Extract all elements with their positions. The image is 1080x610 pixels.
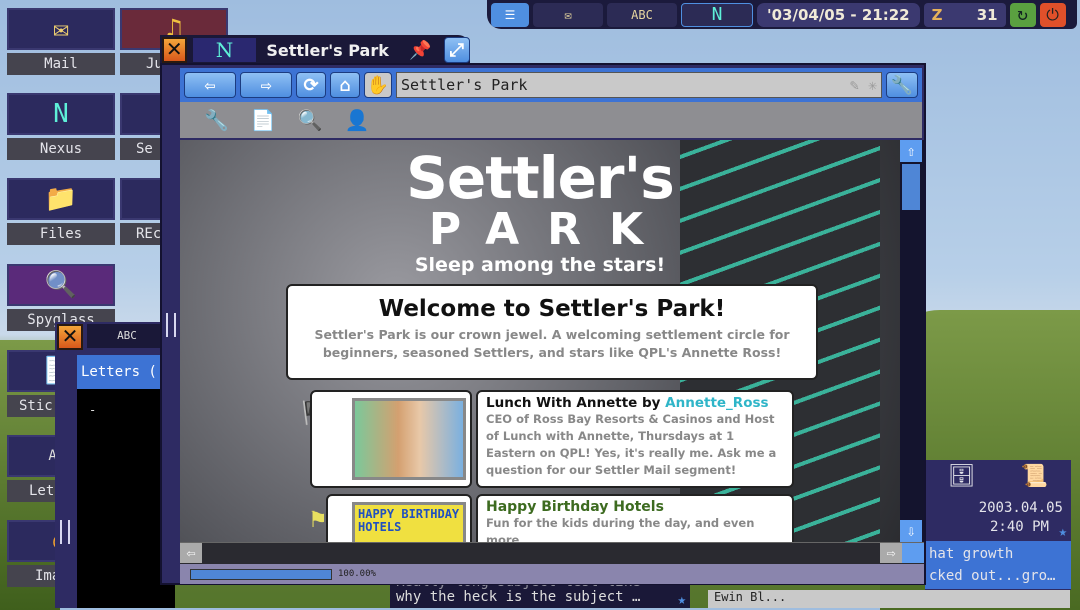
taskbar-letters-button[interactable]: ABC bbox=[607, 2, 677, 27]
icon-label: Nexus bbox=[7, 138, 115, 160]
mailbox-icon: ✉ bbox=[564, 7, 572, 22]
clear-icon[interactable]: ✎ ✳ bbox=[850, 73, 881, 97]
panel-date: 2003.04.05 bbox=[978, 500, 1063, 516]
star-icon[interactable]: ★ bbox=[1059, 524, 1067, 540]
scroll-down-icon[interactable]: ⇩ bbox=[900, 520, 922, 542]
z-counter: Z 31 bbox=[923, 2, 1006, 27]
desktop-icon-nexus[interactable]: N Nexus bbox=[7, 93, 115, 160]
close-icon[interactable]: ✕ bbox=[57, 324, 83, 350]
post-text: Fun for the kids during the day, and eve… bbox=[486, 516, 755, 542]
browser-titlebar[interactable]: ✕ N Settler's Park 📌 ⤢ bbox=[160, 35, 470, 65]
post-card[interactable]: Happy Birthday Hotels Fun for the kids d… bbox=[476, 494, 794, 542]
welcome-text: Settler's Park is our crown jewel. A wel… bbox=[314, 327, 790, 360]
resize-handle[interactable] bbox=[166, 313, 176, 337]
address-text: Settler's Park bbox=[401, 76, 528, 94]
web-page: Settler's PARK Sleep among the stars! We… bbox=[180, 140, 900, 542]
money-flag-icon: ⚑ bbox=[308, 508, 328, 533]
browser-window: ⇦ ⇨ ⟳ ⌂ ✋ Settler's Park ✎ ✳ 🔧 🔧 📄 🔍 👤 Se… bbox=[160, 63, 926, 585]
resize-handle[interactable] bbox=[60, 520, 70, 544]
scroll-left-icon[interactable]: ⇦ bbox=[180, 543, 202, 563]
status-bar: 100.00% bbox=[180, 564, 924, 584]
post-text: CEO of Ross Bay Resorts & Casinos and Ho… bbox=[486, 412, 777, 477]
welcome-title: Welcome to Settler's Park! bbox=[378, 296, 726, 322]
scroll-thumb[interactable] bbox=[902, 164, 920, 210]
panel-message[interactable]: hat growth cked out...gro… bbox=[925, 541, 1071, 589]
nexus-icon: N bbox=[7, 93, 115, 135]
user-profile-icon[interactable]: 👤 bbox=[345, 108, 370, 132]
panel-message-line: cked out...gro… bbox=[929, 568, 1056, 584]
desktop-icon-files[interactable]: 📁 Files bbox=[7, 178, 115, 245]
search-magnifier-icon[interactable]: 🔍 bbox=[298, 108, 323, 132]
page-load-progress bbox=[190, 568, 332, 580]
nexus-logo-icon: N bbox=[192, 38, 257, 62]
horizontal-scrollbar[interactable]: ⇦ ⇨ bbox=[180, 542, 924, 564]
typewriter-icon: ABC bbox=[87, 324, 167, 348]
author-link[interactable]: Annette_Ross bbox=[665, 395, 768, 411]
file-cabinet-icon[interactable]: 🗄 bbox=[948, 464, 976, 500]
folder-icon: 📁 bbox=[7, 178, 115, 220]
post-thumbnail[interactable] bbox=[310, 390, 472, 488]
taskbar: ☰ ✉ ABC N '03/04/05 - 21:22 Z 31 ↻ ⏻ bbox=[487, 0, 1077, 29]
z-count: 31 bbox=[976, 5, 998, 24]
taskbar-nexus-button[interactable]: N bbox=[681, 2, 753, 27]
wrench-icon[interactable]: 🔧 bbox=[204, 108, 229, 132]
birthday-hotels-image: HAPPY BIRTHDAY HOTELS bbox=[352, 502, 466, 542]
desktop-icon-mail[interactable]: ✉ Mail bbox=[7, 8, 115, 75]
forward-button[interactable]: ⇨ bbox=[240, 72, 292, 98]
power-icon[interactable]: ⏻ bbox=[1039, 2, 1066, 27]
mail-preview-line: why the heck is the subject … bbox=[396, 589, 641, 605]
refresh-button[interactable]: ⟳ bbox=[296, 72, 326, 98]
document-icon[interactable]: 📄 bbox=[251, 108, 276, 132]
stop-hand-icon[interactable]: ✋ bbox=[364, 72, 392, 98]
scroll-corner bbox=[902, 543, 924, 563]
taskbar-mail-button[interactable]: ✉ bbox=[533, 2, 603, 27]
window-title: Settler's Park bbox=[266, 40, 389, 60]
tagline: Sleep among the stars! bbox=[414, 254, 666, 276]
side-panel: 🗄 📜 2003.04.05 2:40 PM ★ hat growth cked o… bbox=[925, 460, 1071, 590]
scroll-up-icon[interactable]: ⇧ bbox=[900, 140, 922, 162]
site-logo-subtitle: PARK bbox=[428, 204, 672, 255]
z-icon: Z bbox=[931, 5, 943, 24]
start-menu-icon[interactable]: ☰ bbox=[491, 2, 529, 27]
welcome-card: Welcome to Settler's Park! Settler's Par… bbox=[286, 284, 818, 380]
back-button[interactable]: ⇦ bbox=[184, 72, 236, 98]
star-icon[interactable]: ★ bbox=[678, 593, 686, 608]
post-card[interactable]: Lunch With Annette by Annette_Ross CEO o… bbox=[476, 390, 794, 488]
nav-bar: ⇦ ⇨ ⟳ ⌂ ✋ Settler's Park ✎ ✳ 🔧 bbox=[180, 68, 922, 102]
progress-label: 100.00% bbox=[338, 569, 376, 579]
post-title: Lunch With Annette by bbox=[486, 395, 666, 411]
letters-window: ✕ ABC Letters ( - bbox=[55, 322, 175, 608]
site-logo-title: Settler's bbox=[406, 144, 675, 212]
desktop-icon-spyglass[interactable]: 🔍 Spyglass bbox=[7, 264, 115, 331]
pin-icon[interactable]: 📌 bbox=[409, 40, 431, 61]
restart-icon[interactable]: ↻ bbox=[1009, 2, 1036, 27]
go-button[interactable]: 🔧 bbox=[886, 72, 918, 98]
home-button[interactable]: ⌂ bbox=[330, 72, 360, 98]
bottom-right-panel: Ewin Bl... bbox=[708, 590, 1070, 608]
mail-icon: ✉ bbox=[7, 8, 115, 50]
letter-scroll-icon[interactable]: 📜 bbox=[1021, 464, 1048, 500]
message-text: Ewin Bl... bbox=[714, 590, 787, 604]
post-title: Happy Birthday Hotels bbox=[486, 499, 664, 515]
clock: '03/04/05 - 21:22 bbox=[757, 2, 920, 27]
scroll-right-icon[interactable]: ⇨ bbox=[880, 543, 902, 563]
icon-label: Mail bbox=[7, 53, 115, 75]
post-thumbnail[interactable]: HAPPY BIRTHDAY HOTELS bbox=[326, 494, 472, 542]
annette-photo bbox=[352, 398, 466, 480]
close-icon[interactable]: ✕ bbox=[162, 37, 187, 63]
panel-message-line: hat growth bbox=[929, 546, 1014, 562]
spyglass-icon: 🔍 bbox=[7, 264, 115, 306]
icon-label: Files bbox=[7, 223, 115, 245]
maximize-icon[interactable]: ⤢ bbox=[443, 37, 470, 63]
vertical-scrollbar[interactable]: ⇧ ⇩ bbox=[900, 140, 924, 542]
panel-time: 2:40 PM bbox=[989, 519, 1049, 535]
toolbar: 🔧 📄 🔍 👤 bbox=[180, 102, 922, 138]
address-bar[interactable]: Settler's Park ✎ ✳ bbox=[396, 72, 882, 98]
